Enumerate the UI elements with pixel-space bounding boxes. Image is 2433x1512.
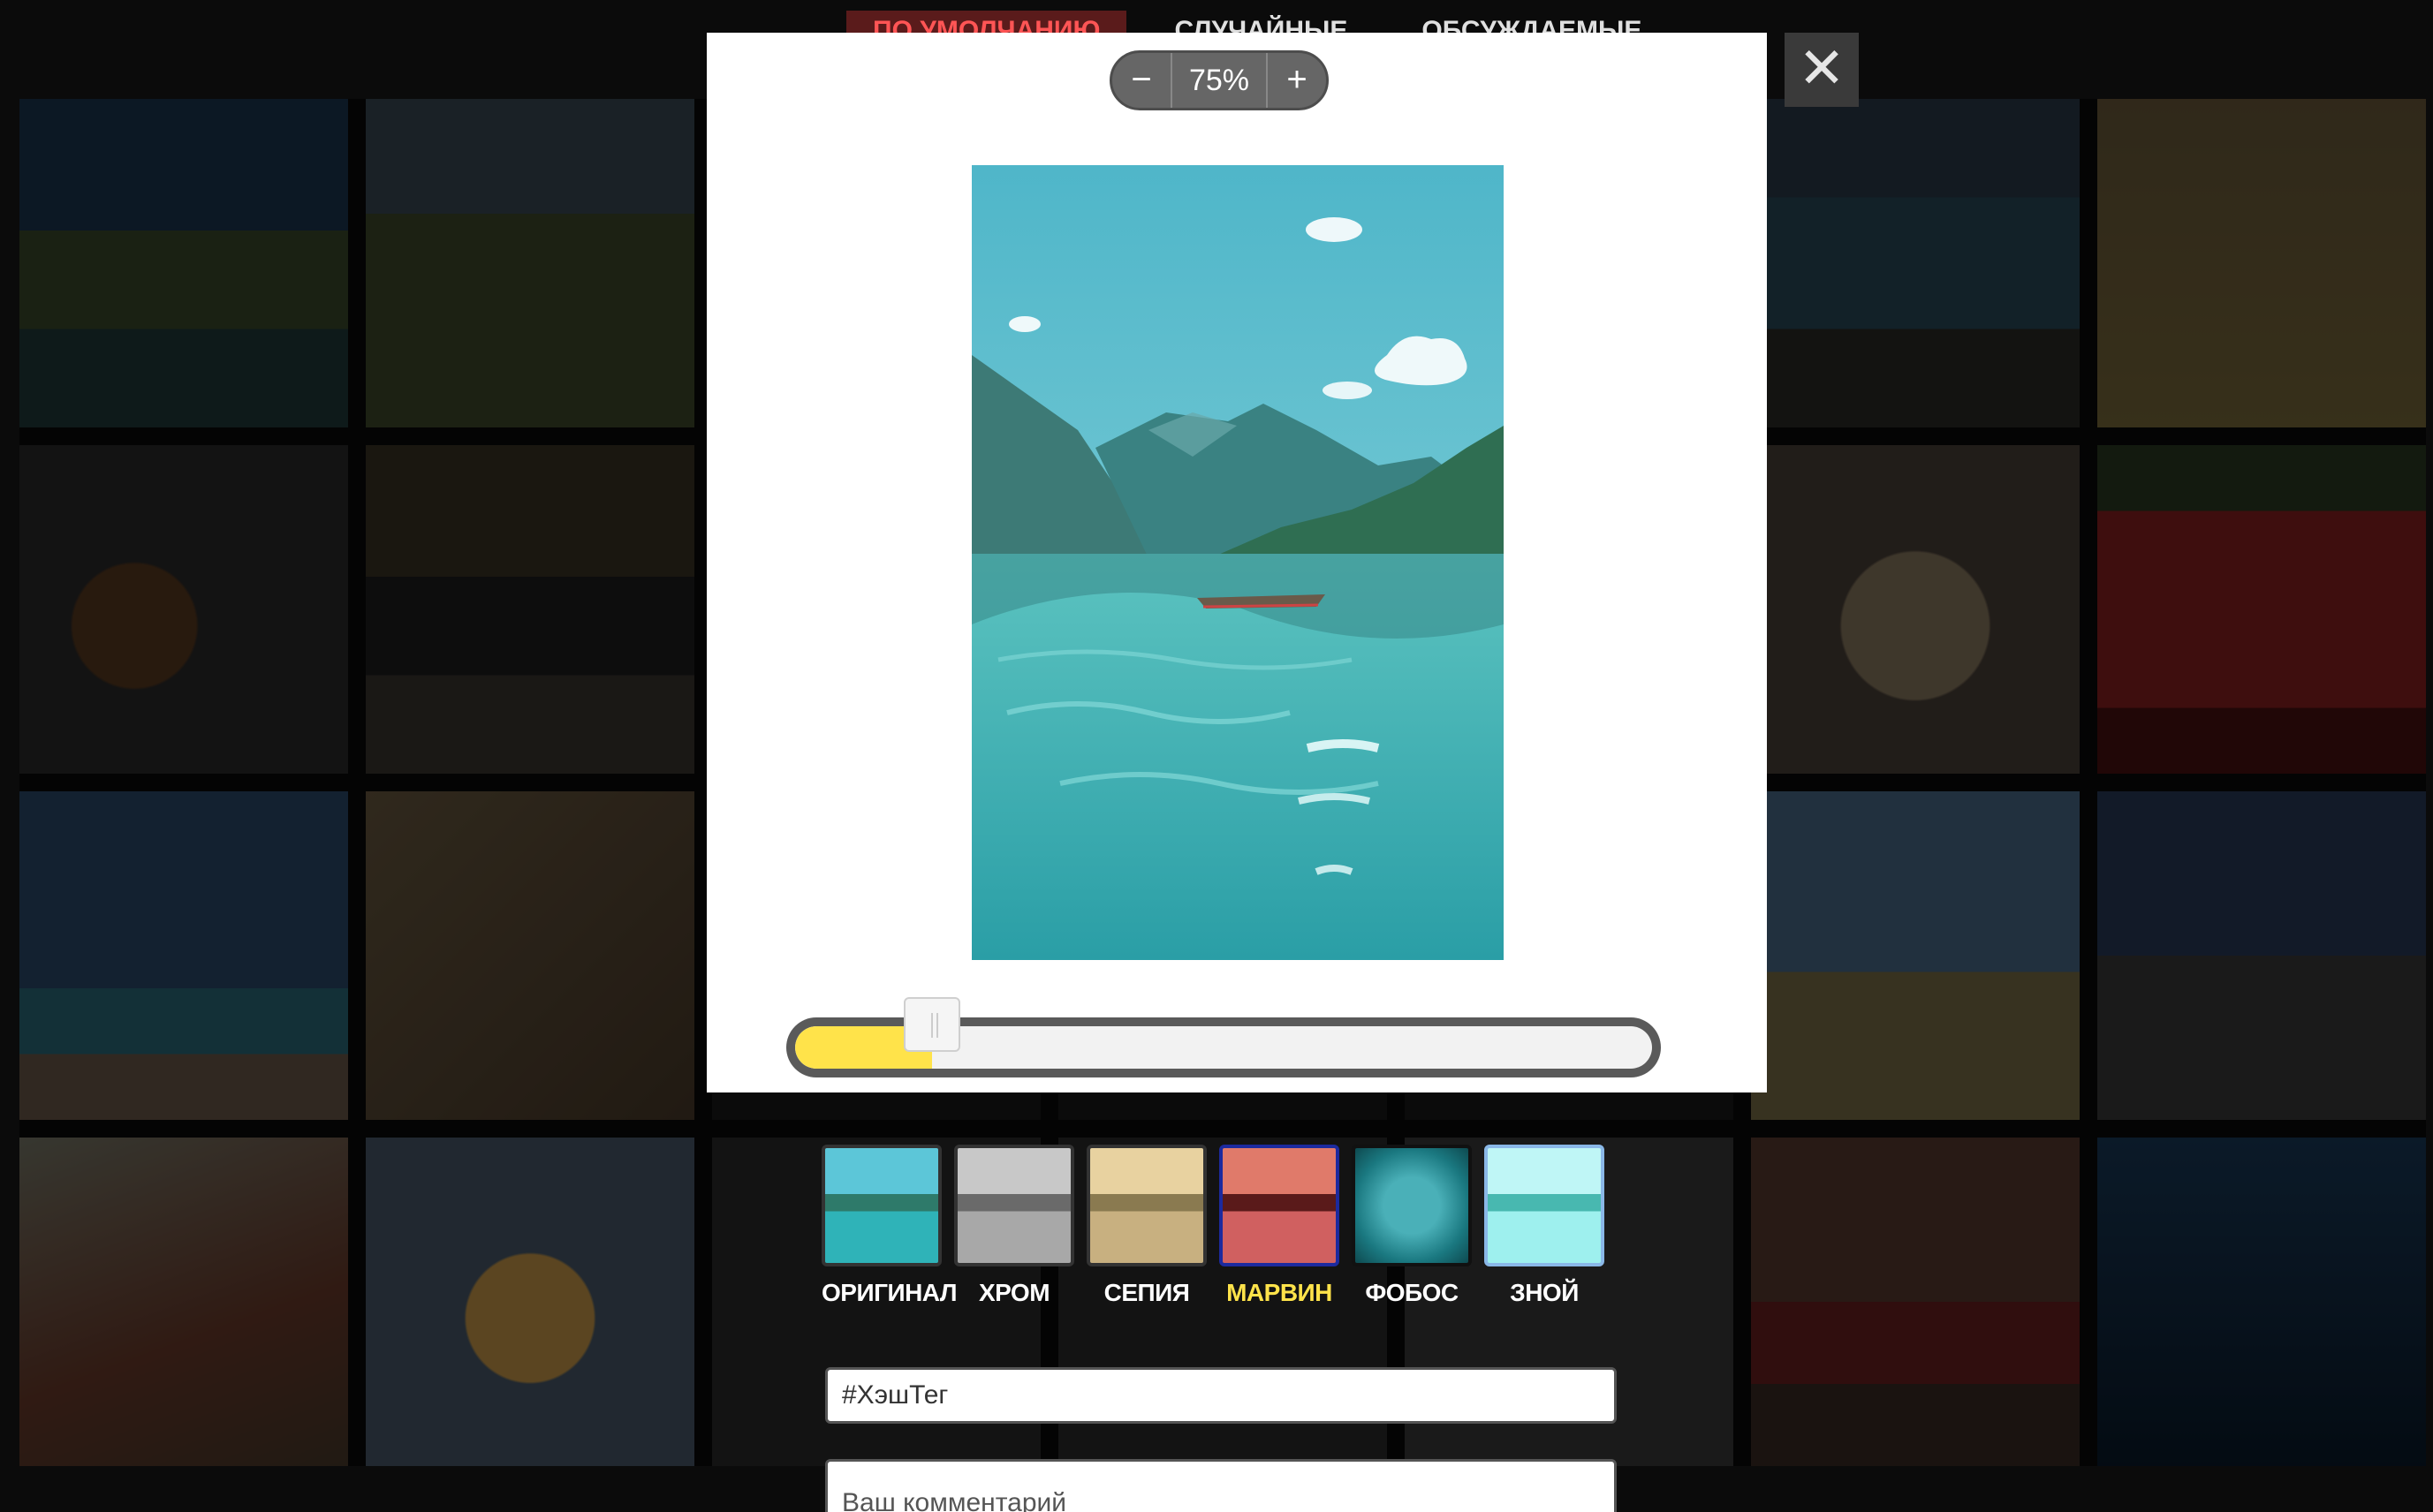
filter-original[interactable]: ОРИГИНАЛ bbox=[822, 1145, 958, 1307]
filter-label: ЗНОЙ bbox=[1510, 1279, 1579, 1306]
filter-thumbnail bbox=[822, 1145, 942, 1266]
filter-thumbnail bbox=[1352, 1145, 1472, 1266]
edited-photo bbox=[972, 165, 1504, 960]
photo-editor-modal: − 75% + bbox=[707, 33, 1767, 1092]
close-icon[interactable]: ✕ bbox=[1785, 33, 1859, 107]
zoom-out-button[interactable]: − bbox=[1112, 53, 1171, 108]
filter-thumbnail bbox=[1484, 1145, 1604, 1266]
filter-sepia[interactable]: СЕПИЯ bbox=[1087, 1145, 1207, 1307]
filter-thumbnail bbox=[1219, 1145, 1339, 1266]
filter-marvin[interactable]: МАРВИН bbox=[1219, 1145, 1339, 1307]
filter-label: СЕПИЯ bbox=[1103, 1279, 1190, 1306]
filter-thumbnail bbox=[954, 1145, 1074, 1266]
filter-list: ОРИГИНАЛ ХРОМ СЕПИЯ МАРВИН ФОБОС ЗНОЙ bbox=[822, 1145, 1604, 1307]
filter-heat[interactable]: ЗНОЙ bbox=[1484, 1145, 1604, 1307]
zoom-in-button[interactable]: + bbox=[1268, 53, 1326, 108]
slider-handle[interactable] bbox=[904, 997, 961, 1052]
zoom-level: 75% bbox=[1171, 53, 1268, 108]
filter-label: МАРВИН bbox=[1226, 1279, 1332, 1306]
filter-phobos[interactable]: ФОБОС bbox=[1352, 1145, 1472, 1307]
filter-label: ФОБОС bbox=[1365, 1279, 1459, 1306]
zoom-control: − 75% + bbox=[1110, 50, 1329, 110]
hashtag-input[interactable] bbox=[825, 1367, 1617, 1424]
filter-chrome[interactable]: ХРОМ bbox=[954, 1145, 1074, 1307]
filter-label: ОРИГИНАЛ bbox=[822, 1279, 958, 1306]
filter-label: ХРОМ bbox=[978, 1279, 1050, 1306]
comment-input[interactable] bbox=[825, 1459, 1617, 1512]
filter-thumbnail bbox=[1087, 1145, 1207, 1266]
